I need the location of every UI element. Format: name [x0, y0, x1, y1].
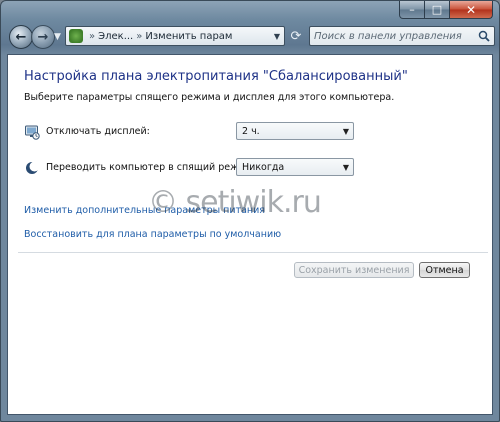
save-changes-button[interactable]: Сохранить изменения — [294, 262, 414, 278]
arrow-right-icon: → — [37, 29, 49, 45]
setting-row-display: Отключать дисплей: 2 ч. ▼ — [24, 122, 354, 142]
sleep-value: Никогда — [242, 161, 285, 173]
cancel-button[interactable]: Отмена — [419, 262, 470, 278]
restore-defaults-link[interactable]: Восстановить для плана параметры по умол… — [24, 229, 281, 240]
forward-button[interactable]: → — [31, 25, 55, 49]
sleep-label: Переводить компьютер в спящий режим: — [46, 162, 256, 173]
chevron-down-icon[interactable]: ▼ — [270, 27, 284, 45]
sleep-moon-icon — [26, 161, 40, 174]
display-icon — [25, 125, 40, 140]
page-subtitle: Выберите параметры спящего режима и дисп… — [24, 92, 395, 103]
sleep-select[interactable]: Никогда ▼ — [236, 158, 354, 176]
breadcrumb-separator: » — [136, 30, 143, 42]
display-off-label: Отключать дисплей: — [46, 126, 150, 137]
search-box — [309, 26, 495, 46]
recent-pages-dropdown[interactable]: ▼ — [54, 32, 61, 42]
watermark: © setiwik.ru — [148, 185, 322, 220]
content-panel: Настройка плана электропитания "Сбаланси… — [7, 54, 493, 415]
close-button[interactable]: ✕ — [450, 1, 493, 19]
breadcrumb-item-edit-plan[interactable]: Изменить параметр... — [145, 31, 233, 42]
display-off-value: 2 ч. — [242, 125, 260, 137]
page-title: Настройка плана электропитания "Сбаланси… — [24, 69, 408, 84]
setting-row-sleep: Переводить компьютер в спящий режим: Ник… — [24, 158, 354, 178]
maximize-button[interactable]: □ — [425, 1, 450, 19]
search-button[interactable] — [474, 27, 494, 45]
window-frame: – □ ✕ ← → ▼ » Элек... » Изменить парамет… — [0, 0, 500, 422]
control-panel-icon — [69, 29, 83, 43]
breadcrumb-separator: » — [89, 30, 96, 42]
search-input[interactable] — [310, 30, 474, 42]
back-button[interactable]: ← — [9, 25, 33, 49]
chevron-down-icon: ▼ — [342, 162, 350, 172]
minimize-button[interactable]: – — [399, 1, 425, 19]
address-bar[interactable]: » Элек... » Изменить параметр... ▼ — [65, 26, 285, 46]
caption-buttons: – □ ✕ — [399, 1, 493, 20]
refresh-button[interactable]: ⟳ — [287, 27, 305, 45]
navigation-bar: ← → ▼ » Элек... » Изменить параметр... ▼… — [7, 23, 495, 51]
display-off-select[interactable]: 2 ч. ▼ — [236, 122, 354, 140]
breadcrumb-item-power[interactable]: Элек... — [98, 31, 133, 42]
arrow-left-icon: ← — [15, 29, 27, 45]
divider — [18, 252, 488, 253]
chevron-down-icon: ▼ — [342, 126, 350, 136]
refresh-icon: ⟳ — [290, 28, 302, 44]
search-icon — [478, 30, 490, 42]
